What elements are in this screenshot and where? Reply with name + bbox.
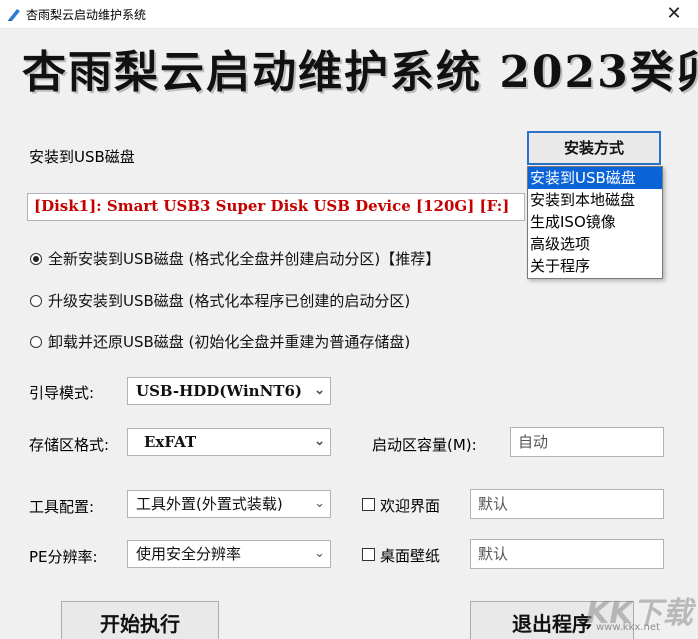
tool-config-label: 工具配置: [29,498,95,516]
disk-select[interactable]: [Disk1]: Smart USB3 Super Disk USB Devic… [27,193,525,221]
start-button[interactable]: 开始执行 [61,601,219,639]
app-window: 杏雨梨云启动维护系统 ✕ 杏雨梨云启动维护系统 2023癸卯版 安装到USB磁盘… [0,0,698,639]
pe-resolution-select[interactable]: 使用安全分辨率 ⌄ [127,540,331,568]
chevron-down-icon: ⌄ [314,496,325,511]
storage-format-select[interactable]: ExFAT ⌄ [127,428,331,456]
watermark-url: www.kkx.net [596,622,660,633]
menu-item-about[interactable]: 关于程序 [528,255,662,277]
install-mode-button[interactable]: 安装方式 [527,131,661,165]
radio-selected-icon[interactable] [30,253,42,265]
chevron-down-icon: ⌄ [314,546,325,561]
menu-item-install-usb[interactable]: 安装到USB磁盘 [528,167,662,189]
tool-config-select[interactable]: 工具外置(外置式装载) ⌄ [127,490,331,518]
close-icon: ✕ [666,3,682,24]
option-upgrade-install-label: 升级安装到USB磁盘 (格式化本程序已创建的启动分区) [48,292,411,310]
wallpaper-checkbox[interactable] [362,548,375,561]
chevron-down-icon: ⌄ [314,434,325,449]
window-title: 杏雨梨云启动维护系统 [26,8,147,22]
boot-capacity-label: 启动区容量(M): [372,436,477,454]
title-bar: 杏雨梨云启动维护系统 ✕ [0,0,698,29]
wallpaper-input[interactable]: 默认 [470,539,664,569]
boot-mode-label: 引导模式: [29,384,95,402]
option-fresh-install[interactable]: 全新安装到USB磁盘 (格式化全盘并创建启动分区)【推荐】 [30,248,440,269]
menu-item-advanced[interactable]: 高级选项 [528,233,662,255]
storage-format-value: ExFAT [144,433,197,451]
chevron-down-icon: ⌄ [314,383,325,398]
boot-mode-value: USB-HDD(WinNT6) [136,382,302,400]
pen-icon [8,9,20,21]
tool-config-value: 工具外置(外置式装载) [136,495,283,513]
option-uninstall-restore-label: 卸载并还原USB磁盘 (初始化全盘并重建为普通存储盘) [48,333,411,351]
boot-mode-select[interactable]: USB-HDD(WinNT6) ⌄ [127,377,331,405]
storage-format-label: 存储区格式: [29,436,110,454]
radio-icon[interactable] [30,336,42,348]
menu-item-install-local[interactable]: 安装到本地磁盘 [528,189,662,211]
option-uninstall-restore[interactable]: 卸载并还原USB磁盘 (初始化全盘并重建为普通存储盘) [30,331,410,352]
pe-resolution-label: PE分辨率: [29,548,98,566]
banner: 杏雨梨云启动维护系统 2023癸卯版 [22,36,698,106]
option-fresh-install-label: 全新安装到USB磁盘 (格式化全盘并创建启动分区)【推荐】 [48,250,441,268]
radio-icon[interactable] [30,295,42,307]
option-upgrade-install[interactable]: 升级安装到USB磁盘 (格式化本程序已创建的启动分区) [30,290,410,311]
welcome-label: 欢迎界面 [380,497,441,515]
disk-value: [Disk1]: Smart USB3 Super Disk USB Devic… [34,197,510,215]
welcome-checkbox[interactable] [362,498,375,511]
watermark-logo: KK下载 www.kkx.net [586,588,696,638]
boot-capacity-input[interactable]: 自动 [510,427,664,457]
banner-title: 杏雨梨云启动维护系统 2023癸卯版 [22,47,698,98]
welcome-input[interactable]: 默认 [470,489,664,519]
menu-item-create-iso[interactable]: 生成ISO镜像 [528,211,662,233]
close-button[interactable]: ✕ [656,1,692,27]
section-label: 安装到USB磁盘 [29,148,135,166]
install-mode-menu: 安装到USB磁盘 安装到本地磁盘 生成ISO镜像 高级选项 关于程序 [527,166,663,279]
wallpaper-label: 桌面壁纸 [380,547,441,565]
pe-resolution-value: 使用安全分辨率 [136,545,242,563]
